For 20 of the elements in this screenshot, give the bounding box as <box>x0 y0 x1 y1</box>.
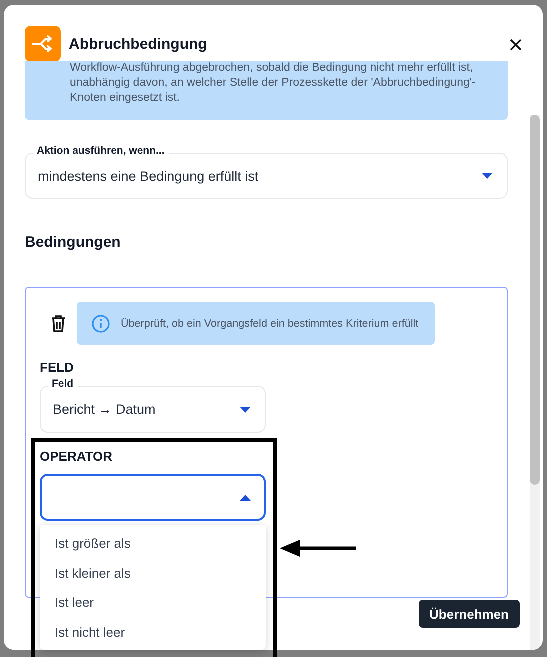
info-icon <box>92 314 110 332</box>
trash-icon[interactable] <box>51 314 66 332</box>
section-label: FELD <box>40 360 75 376</box>
dropdown-option[interactable]: Ist leer <box>40 588 266 618</box>
dropdown-option[interactable]: Ist nicht leer <box>40 618 266 648</box>
scrollbar-thumb[interactable] <box>530 115 540 485</box>
split-arrows-icon <box>25 26 61 62</box>
info-banner: Workflow-Ausführung abgebrochen, sobald die Bedingung nicht mehr erfüllt ist, unabhängig davon, an welcher Stelle der Prozesskette der 'Abbruchbedingung'-Knoten eingesetzt ist. <box>25 61 508 120</box>
info-text: Überprüft, ob ein Vorgangsfeld ein bestimmtes Kriterium erfüllt <box>121 318 419 330</box>
field-label: Aktion ausführen, wenn... <box>33 145 169 157</box>
close-icon[interactable] <box>509 38 523 52</box>
section-label: OPERATOR <box>40 449 114 465</box>
select-field[interactable]: Bericht → Datum <box>40 386 266 433</box>
dropdown-option[interactable]: Ist größer als <box>40 529 266 559</box>
field-label: Feld <box>48 378 78 390</box>
dropdown-option[interactable]: Ist kleiner als <box>40 558 266 588</box>
select-field[interactable] <box>40 474 266 521</box>
section-heading: Bedingungen <box>25 233 122 253</box>
dialog-title: Abbruchbedingung <box>69 36 208 53</box>
apply-button[interactable]: Übernehmen <box>418 600 520 628</box>
